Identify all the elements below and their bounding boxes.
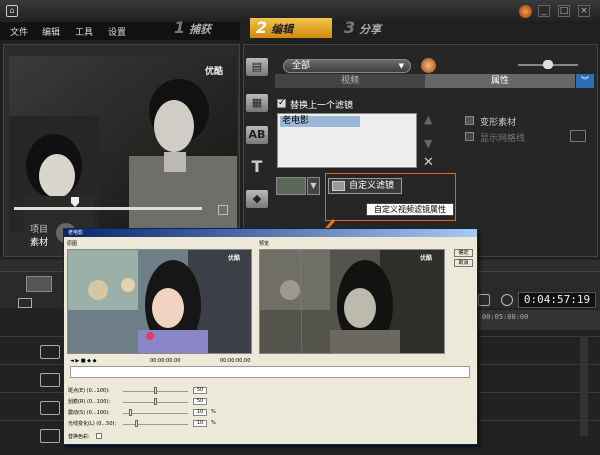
- menu-tools[interactable]: 工具: [75, 25, 93, 38]
- show-grid-label: 显示网格线: [480, 134, 526, 144]
- custom-filter-button[interactable]: 自定义滤镜: [328, 178, 402, 194]
- playback-controls: ◄ ▶ ■ ◆ ◆ 00:00:00.00 00:00:00.00: [70, 358, 470, 366]
- slider-label: 震动(S) (0...100):: [68, 410, 110, 416]
- custom-filter-icon: [332, 181, 345, 191]
- library-options-icon[interactable]: [421, 58, 436, 73]
- remove-filter-icon[interactable]: ✕: [423, 155, 434, 170]
- spots-value[interactable]: 50: [193, 387, 207, 394]
- menu-edit[interactable]: 编辑: [42, 25, 60, 38]
- original-watermark: 优酷: [228, 255, 241, 262]
- timecode-display[interactable]: 0:04:57:19: [518, 292, 596, 308]
- close-button[interactable]: ×: [578, 5, 590, 17]
- shake-slider[interactable]: [123, 413, 188, 414]
- transition-icon[interactable]: ▦: [246, 94, 268, 112]
- list-item[interactable]: 老电影: [280, 116, 360, 127]
- fit-project-icon[interactable]: [478, 294, 490, 306]
- light-slider[interactable]: [123, 424, 188, 425]
- fit-screen-icon[interactable]: [218, 205, 228, 215]
- preview-label: 预览: [259, 241, 270, 247]
- move-up-icon[interactable]: ▲: [424, 113, 432, 126]
- watermark: 优酷: [205, 67, 224, 77]
- filter-icon[interactable]: AB: [246, 126, 268, 144]
- tooltip: 自定义视频滤镜属性: [366, 203, 454, 216]
- slider-label: 光线变化(L) (0...50):: [68, 421, 117, 427]
- corel-logo-icon: [519, 5, 532, 18]
- ok-button[interactable]: 确定: [454, 249, 473, 257]
- preview-image: [9, 56, 237, 232]
- zoom-slider-thumb[interactable]: [543, 60, 553, 69]
- slider-label: 刮痕(R) (0...100):: [68, 399, 111, 405]
- slider-unit: %: [211, 409, 216, 415]
- show-grid-checkbox[interactable]: [465, 132, 474, 141]
- video-editor-window: ⌂ 文件 编辑 工具 设置 1 捕获 2 编辑 3 分享 _ □ × 优酷 项目…: [0, 0, 600, 455]
- clip-mode-label: 素材: [30, 238, 49, 248]
- shake-value[interactable]: 10: [193, 409, 207, 416]
- replace-color-label: 替换色彩:: [68, 434, 90, 440]
- media-icon[interactable]: ▤: [246, 58, 268, 76]
- scratches-slider-thumb[interactable]: [154, 398, 157, 405]
- light-value[interactable]: 10: [193, 420, 207, 427]
- menu-settings[interactable]: 设置: [108, 25, 126, 38]
- cancel-button[interactable]: 取消: [454, 259, 473, 267]
- library-toolbar: ▤ ▦ AB T ◆: [246, 58, 270, 218]
- deform-clip-checkbox[interactable]: [465, 116, 474, 125]
- replace-filter-checkbox[interactable]: ✓: [277, 98, 286, 108]
- light-slider-thumb[interactable]: [135, 420, 139, 427]
- move-down-icon[interactable]: ▼: [424, 137, 432, 150]
- filter-category-select[interactable]: 全部 ▼: [283, 59, 411, 73]
- preview-screen: 优酷: [9, 56, 237, 232]
- timeline-scrollbar[interactable]: [580, 336, 588, 436]
- shake-slider-row: 震动(S) (0...100): 10 %: [68, 409, 248, 417]
- timecode-right: 00:00:00.00: [220, 358, 251, 364]
- project-mode-label: 项目: [30, 225, 49, 235]
- app-logo-icon: ⌂: [6, 5, 18, 17]
- step-edit[interactable]: 2 编辑: [250, 18, 332, 38]
- old-film-dialog: 老电影 原图 预览 确定 取消 优酷 优酷 ◄ ▶ ■ ◆ ◆ 00:00:00…: [63, 228, 478, 445]
- spots-slider-row: 斑点(E) (0...100): 50: [68, 387, 248, 395]
- preview-watermark: 优酷: [420, 255, 433, 262]
- original-image: 优酷: [67, 249, 252, 354]
- scratches-slider-row: 刮痕(R) (0...100): 50: [68, 398, 248, 406]
- step-share[interactable]: 3 分享: [340, 18, 420, 38]
- keyframe-timeline[interactable]: [70, 366, 470, 378]
- deform-clip-label: 变形素材: [480, 118, 517, 128]
- slider-unit: %: [211, 420, 216, 426]
- applied-filter-list[interactable]: 老电影: [277, 113, 417, 168]
- minimize-button[interactable]: _: [538, 5, 550, 17]
- preset-thumbnail[interactable]: [276, 177, 306, 195]
- timecode-left: 00:00:00.00: [150, 358, 181, 364]
- storyboard-view-icon[interactable]: [26, 276, 52, 292]
- tab-video[interactable]: 视频: [275, 74, 425, 88]
- preview-image: 优酷: [259, 249, 445, 354]
- video-track-icon: [40, 345, 60, 359]
- clock-icon: [501, 294, 513, 306]
- audio-track-icon: [40, 429, 60, 443]
- menu-file[interactable]: 文件: [10, 25, 28, 38]
- graphic-icon[interactable]: ◆: [246, 190, 268, 208]
- title-icon[interactable]: T: [246, 158, 268, 176]
- preview-panel: 优酷 项目 素材: [3, 44, 240, 257]
- scrubber-track[interactable]: [14, 207, 202, 210]
- play-controls-icon[interactable]: ◄ ▶ ■ ◆ ◆: [70, 358, 96, 364]
- light-slider-row: 光线变化(L) (0...50): 10 %: [68, 420, 248, 428]
- overlay-track-icon: [40, 373, 60, 387]
- replace-filter-label: 替换上一个滤镜: [290, 101, 354, 111]
- tab-attributes[interactable]: 属性: [425, 74, 575, 88]
- grid-options-icon[interactable]: [570, 130, 586, 142]
- maximize-button[interactable]: □: [558, 5, 570, 17]
- timeline-ruler[interactable]: 00:05:00:00: [478, 310, 600, 330]
- collapse-button[interactable]: ︾: [576, 74, 594, 88]
- slider-label: 斑点(E) (0...100):: [68, 388, 110, 394]
- title-track-icon: [40, 401, 60, 415]
- replace-color-checkbox[interactable]: [96, 433, 102, 439]
- spots-slider-thumb[interactable]: [154, 387, 157, 394]
- timeline-view-icon[interactable]: [18, 298, 32, 308]
- scratches-value[interactable]: 50: [193, 398, 207, 405]
- shake-slider-thumb[interactable]: [129, 409, 133, 416]
- step-capture[interactable]: 1 捕获: [170, 18, 248, 38]
- dialog-title: 老电影: [64, 229, 477, 237]
- preset-dropdown[interactable]: ▼: [307, 177, 320, 195]
- original-label: 原图: [67, 241, 78, 247]
